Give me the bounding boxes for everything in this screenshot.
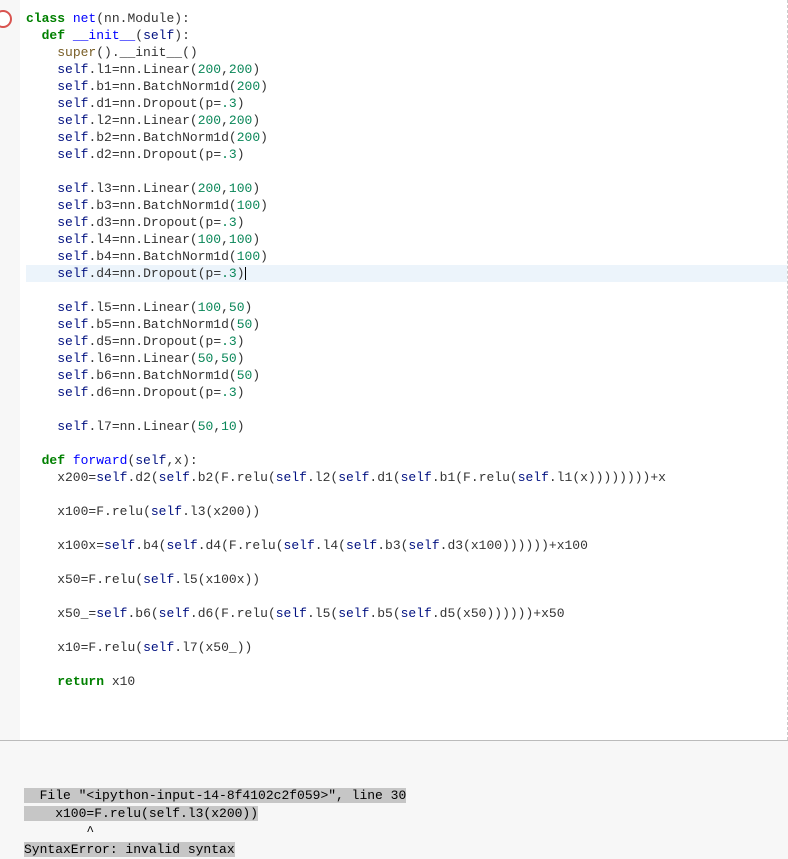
code-line[interactable]: x100x=self.b4(self.d4(F.relu(self.l4(sel…: [26, 537, 787, 554]
code-line[interactable]: self.b3=nn.BatchNorm1d(100): [26, 197, 787, 214]
gutter: [0, 0, 20, 740]
code-line[interactable]: self.b6=nn.BatchNorm1d(50): [26, 367, 787, 384]
error-message: SyntaxError: invalid syntax: [24, 842, 235, 857]
code-line[interactable]: [26, 656, 787, 673]
error-file-line: File "<ipython-input-14-8f4102c2f059>", …: [24, 788, 406, 803]
code-line[interactable]: def forward(self,x):: [26, 452, 787, 469]
code-line[interactable]: self.b1=nn.BatchNorm1d(200): [26, 78, 787, 95]
error-source-line: x100=F.relu(self.l3(x200)): [24, 806, 258, 821]
code-line[interactable]: x200=self.d2(self.b2(F.relu(self.l2(self…: [26, 469, 787, 486]
code-line[interactable]: self.l4=nn.Linear(100,100): [26, 231, 787, 248]
code-line[interactable]: self.b5=nn.BatchNorm1d(50): [26, 316, 787, 333]
code-line[interactable]: return x10: [26, 673, 787, 690]
code-line[interactable]: [26, 588, 787, 605]
code-line[interactable]: [26, 282, 787, 299]
code-line[interactable]: self.d3=nn.Dropout(p=.3): [26, 214, 787, 231]
code-line[interactable]: self.d2=nn.Dropout(p=.3): [26, 146, 787, 163]
code-line[interactable]: self.d1=nn.Dropout(p=.3): [26, 95, 787, 112]
code-line[interactable]: x50_=self.b6(self.d6(F.relu(self.l5(self…: [26, 605, 787, 622]
code-line[interactable]: self.l7=nn.Linear(50,10): [26, 418, 787, 435]
code-editor[interactable]: class net(nn.Module): def __init__(self)…: [20, 0, 788, 740]
error-caret: ^: [24, 823, 788, 841]
code-line[interactable]: [26, 435, 787, 452]
error-output: File "<ipython-input-14-8f4102c2f059>", …: [0, 781, 788, 859]
code-line[interactable]: self.d5=nn.Dropout(p=.3): [26, 333, 787, 350]
code-line[interactable]: self.b2=nn.BatchNorm1d(200): [26, 129, 787, 146]
code-line[interactable]: x50=F.relu(self.l5(x100x)): [26, 571, 787, 588]
code-line[interactable]: [26, 520, 787, 537]
code-line[interactable]: [26, 486, 787, 503]
code-line[interactable]: self.d6=nn.Dropout(p=.3): [26, 384, 787, 401]
code-line[interactable]: self.l6=nn.Linear(50,50): [26, 350, 787, 367]
code-line[interactable]: self.l5=nn.Linear(100,50): [26, 299, 787, 316]
code-line[interactable]: [26, 622, 787, 639]
code-line[interactable]: x10=F.relu(self.l7(x50_)): [26, 639, 787, 656]
code-line[interactable]: self.d4=nn.Dropout(p=.3): [26, 265, 787, 282]
code-line[interactable]: super().__init__(): [26, 44, 787, 61]
code-line[interactable]: [26, 163, 787, 180]
code-line[interactable]: [26, 401, 787, 418]
code-line[interactable]: x100=F.relu(self.l3(x200)): [26, 503, 787, 520]
breakpoint-marker-icon[interactable]: [0, 10, 12, 28]
code-line[interactable]: self.b4=nn.BatchNorm1d(100): [26, 248, 787, 265]
code-line[interactable]: class net(nn.Module):: [26, 10, 787, 27]
code-line[interactable]: self.l2=nn.Linear(200,200): [26, 112, 787, 129]
code-line[interactable]: def __init__(self):: [26, 27, 787, 44]
code-line[interactable]: self.l1=nn.Linear(200,200): [26, 61, 787, 78]
code-line[interactable]: self.l3=nn.Linear(200,100): [26, 180, 787, 197]
code-line[interactable]: [26, 554, 787, 571]
